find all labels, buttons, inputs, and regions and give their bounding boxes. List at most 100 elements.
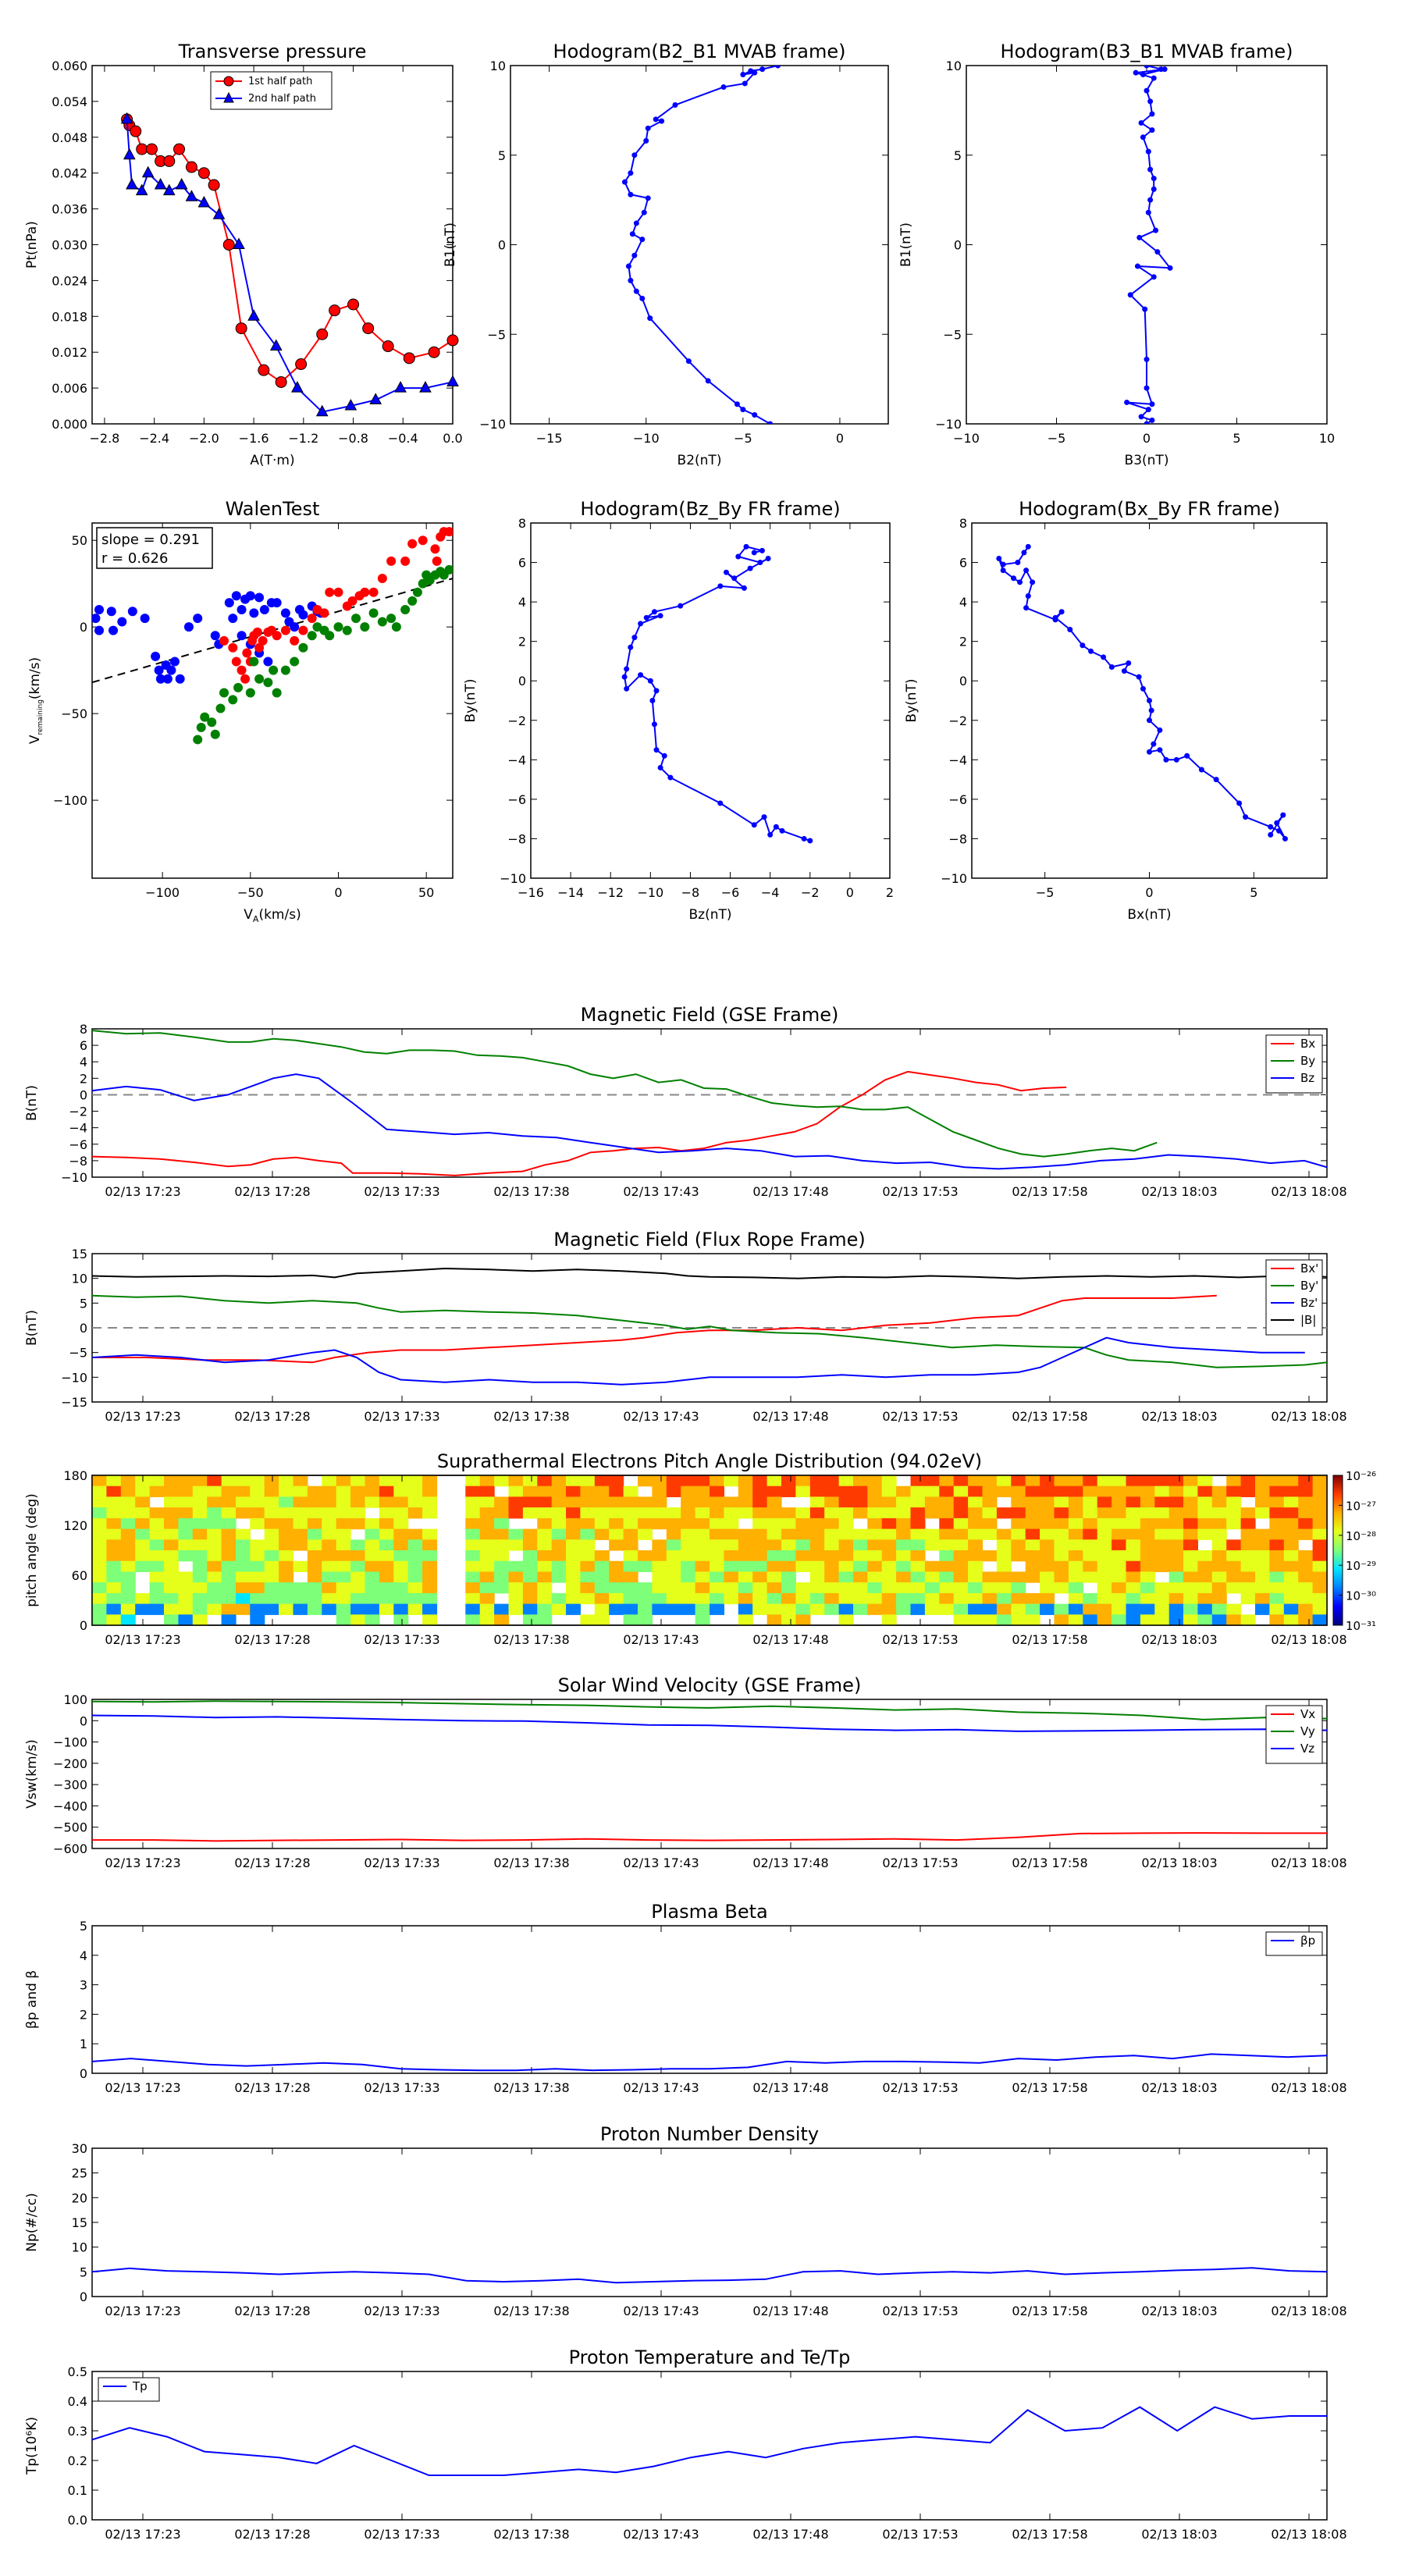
- pad-heatmap-cell: [681, 1571, 696, 1583]
- walen-scatter-point: [237, 604, 247, 614]
- h_bxby-point-marker: [1274, 820, 1280, 826]
- pad-heatmap-cell: [336, 1496, 351, 1508]
- pad-heatmap-cell: [1211, 1550, 1227, 1562]
- pad-heatmap-cell: [881, 1475, 897, 1487]
- pad-heatmap-cell: [1312, 1475, 1328, 1487]
- h_b3b1-point-marker: [1144, 87, 1150, 94]
- pad-heatmap-cell: [896, 1571, 912, 1583]
- h_b2b1-point-marker: [645, 195, 651, 201]
- pad-heatmap-cell: [1240, 1485, 1256, 1497]
- walen-scatter-point: [360, 622, 370, 632]
- h_b3b1-point-marker: [1149, 127, 1155, 133]
- pad-heatmap-cell: [1154, 1496, 1170, 1508]
- pad-heatmap-cell: [1126, 1539, 1141, 1551]
- h_bxby-point-marker: [1198, 767, 1204, 773]
- pad-heatmap-cell: [724, 1592, 739, 1605]
- pad-heatmap-cell: [623, 1539, 638, 1551]
- h_bxby-point-marker: [1023, 605, 1030, 611]
- pad-heatmap-cell: [465, 1485, 481, 1497]
- pad-heatmap-cell: [623, 1603, 638, 1615]
- pad-heatmap-cell: [566, 1485, 581, 1497]
- pad-heatmap-cell: [881, 1614, 897, 1626]
- h_bzby-title: Hodogram(Bz_By FR frame): [580, 498, 840, 520]
- pad-heatmap-cell: [738, 1582, 753, 1594]
- h_bxby-point-marker: [1052, 614, 1058, 621]
- h_bzby-ytick-label: 0: [518, 674, 526, 688]
- pad-heatmap-cell: [250, 1517, 265, 1530]
- vsw-time-label: 02/13 17:43: [623, 1856, 699, 1870]
- pad-heatmap-cell: [638, 1560, 653, 1572]
- pad-heatmap-cell: [638, 1517, 653, 1530]
- pad-heatmap-cell: [236, 1560, 251, 1572]
- pad-heatmap-cell: [838, 1571, 854, 1583]
- pad-heatmap-cell: [1183, 1614, 1198, 1626]
- pad-heatmap-cell: [580, 1571, 596, 1583]
- pad-heatmap-cell: [939, 1528, 955, 1540]
- pad-time-label: 02/13 17:43: [623, 1632, 699, 1647]
- walen-r-text: r = 0.626: [101, 550, 168, 567]
- pad-ylabel: pitch angle (deg): [24, 1493, 40, 1607]
- pad-heatmap-cell: [465, 1571, 481, 1583]
- pad-heatmap-cell: [1025, 1539, 1040, 1551]
- pt-ytick-label: 0.042: [52, 166, 87, 181]
- pad-heatmap-cell: [393, 1550, 409, 1562]
- pad-heatmap-cell: [350, 1517, 366, 1530]
- pad-heatmap-cell: [1154, 1550, 1170, 1562]
- pad-heatmap-cell: [752, 1528, 768, 1540]
- pad-heatmap-cell: [135, 1496, 151, 1508]
- pad-heatmap-cell: [681, 1485, 696, 1497]
- walen-scatter-point: [249, 608, 259, 618]
- pad-heatmap-cell: [953, 1582, 969, 1594]
- walen-xlabel: VA(km/s): [244, 907, 301, 924]
- h_bzby-axes-frame: [530, 522, 891, 879]
- pad-heatmap-cell: [982, 1475, 998, 1487]
- pad-heatmap-cell: [566, 1603, 581, 1615]
- vsw-time-label: 02/13 18:03: [1141, 1856, 1217, 1870]
- pad-heatmap-cell: [1126, 1582, 1141, 1594]
- walen-scatter-point: [224, 598, 234, 608]
- pad-heatmap-cell: [508, 1507, 524, 1519]
- pad-heatmap-cell: [508, 1475, 524, 1487]
- pad-heatmap-cell: [350, 1550, 366, 1562]
- pad-heatmap-cell: [164, 1550, 179, 1562]
- pad-heatmap-cell: [681, 1475, 696, 1487]
- pad-heatmap-cell: [135, 1507, 151, 1519]
- pad-heatmap-cell: [250, 1550, 265, 1562]
- pad-ytick-label: 0: [80, 1618, 87, 1633]
- pad-heatmap-cell: [795, 1485, 811, 1497]
- pad-heatmap-cell: [494, 1539, 510, 1551]
- pad-heatmap-cell: [1197, 1528, 1213, 1540]
- pad-heatmap-cell: [207, 1592, 222, 1605]
- pad-heatmap-cell: [494, 1475, 510, 1487]
- pad-heatmap-cell: [767, 1496, 782, 1508]
- pad-heatmap-cell: [379, 1592, 394, 1605]
- pad-heatmap-cell: [365, 1582, 380, 1594]
- pad-heatmap-cell: [479, 1582, 495, 1594]
- pad-heatmap-cell: [580, 1485, 596, 1497]
- pad-heatmap-cell: [149, 1582, 165, 1594]
- h_b2b1-point-marker: [633, 220, 639, 226]
- mag_fr-ytick-label: 5: [80, 1296, 87, 1311]
- pad-heatmap-cell: [1025, 1614, 1040, 1626]
- pad-heatmap-cell: [924, 1539, 940, 1551]
- pad-heatmap-cell: [996, 1592, 1012, 1605]
- pad-heatmap-cell: [422, 1496, 438, 1508]
- pad-heatmap-cell: [494, 1582, 510, 1594]
- pad-heatmap-cell: [178, 1603, 194, 1615]
- beta-axes-frame: [91, 1925, 1328, 2074]
- pad-heatmap-cell: [1140, 1603, 1155, 1615]
- walen-scatter-point: [333, 587, 343, 597]
- pad-heatmap-cell: [781, 1592, 796, 1605]
- mag_gse-axes-frame: [91, 1028, 1328, 1178]
- pad-heatmap-cell: [724, 1475, 739, 1487]
- pad-heatmap-cell: [781, 1528, 796, 1540]
- h_b2b1-point-marker: [643, 137, 649, 144]
- h_b2b1-point-marker: [633, 288, 639, 294]
- np-time-label: 02/13 17:48: [752, 2304, 828, 2318]
- mag_gse-time-label: 02/13 17:33: [364, 1184, 439, 1199]
- pad-heatmap-cell: [594, 1582, 610, 1594]
- pad-heatmap-cell: [652, 1475, 667, 1487]
- mag_fr-legend-label: Bx': [1300, 1261, 1318, 1276]
- pad-heatmap-cell: [924, 1603, 940, 1615]
- pad-heatmap-cell: [1197, 1571, 1213, 1583]
